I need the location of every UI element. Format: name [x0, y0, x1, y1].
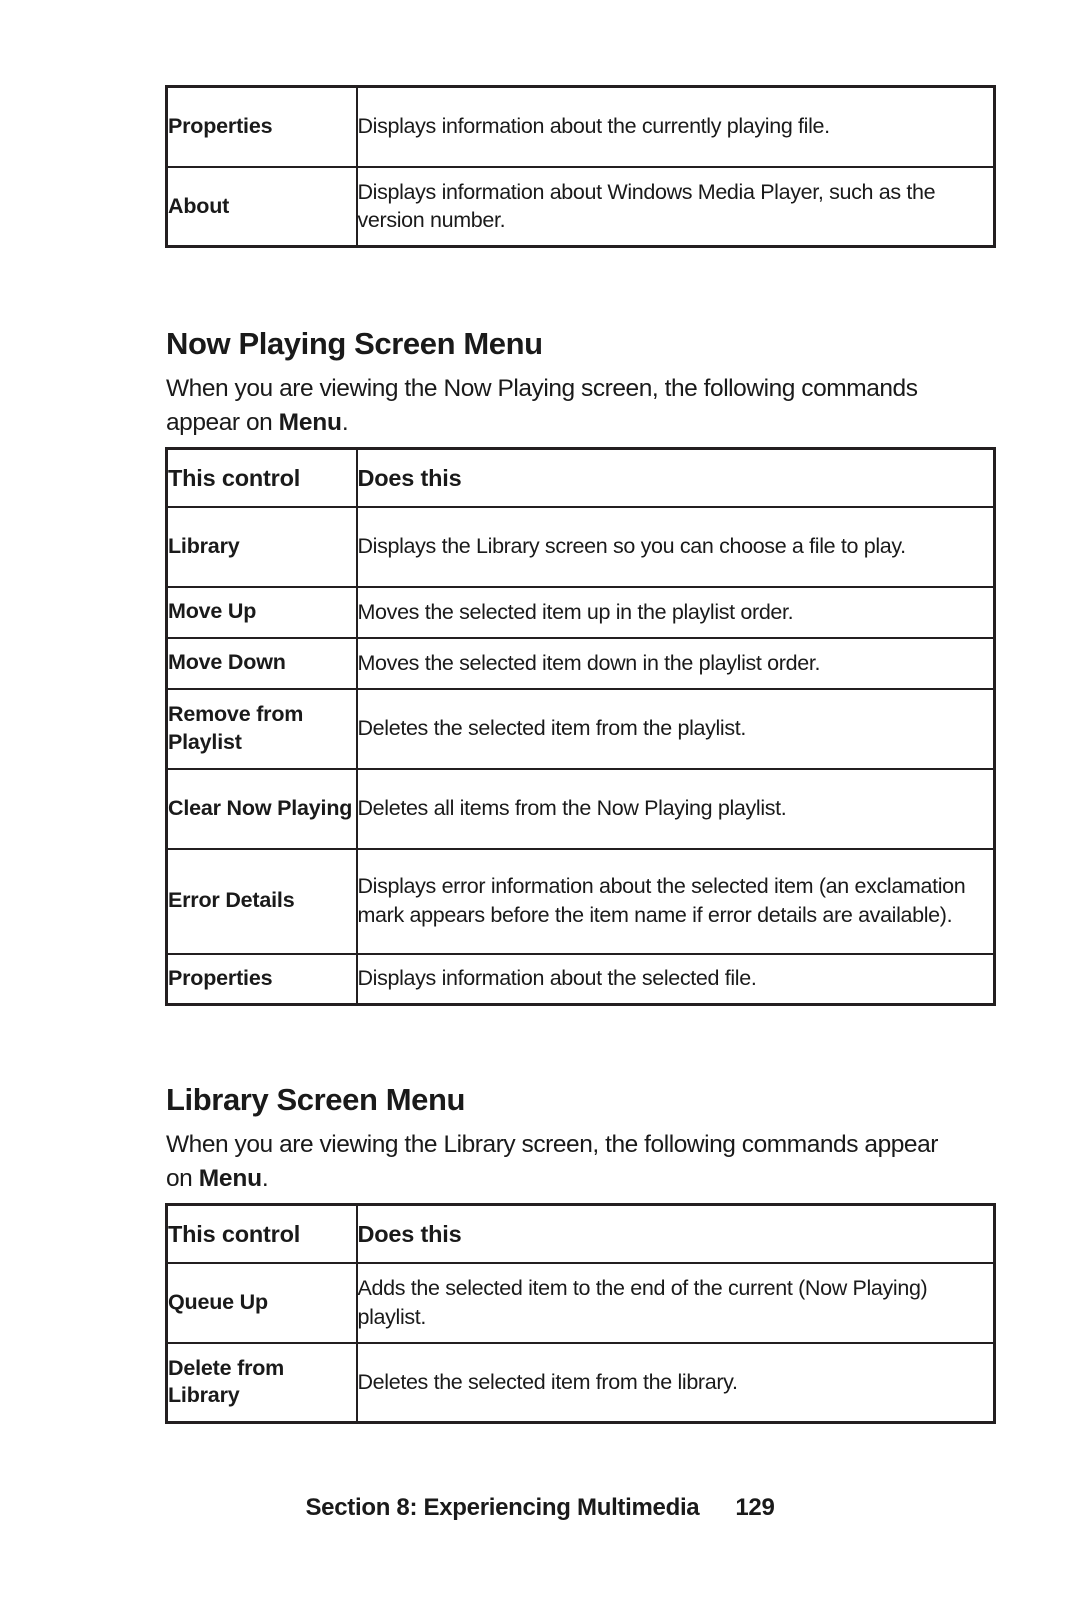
table-row: Properties Displays information about th… — [165, 85, 996, 168]
manual-page: Properties Displays information about th… — [0, 0, 1080, 1614]
control-name: Move Up — [165, 585, 358, 639]
footer-section-title: Section 8: Experiencing Multimedia — [305, 1494, 700, 1521]
column-header-control: This control — [165, 1203, 358, 1264]
control-name: Library — [165, 505, 358, 588]
column-header-description: Does this — [355, 1203, 996, 1264]
table-header-row: This control Does this — [165, 1203, 996, 1264]
intro-text-after: . — [341, 409, 349, 437]
control-name: Properties — [165, 85, 358, 168]
table-row: Clear Now Playing Deletes all items from… — [165, 767, 996, 850]
column-header-description: Does this — [355, 447, 996, 508]
footer-page-number: 129 — [735, 1494, 775, 1521]
now-playing-menu-table: This control Does this Library Displays … — [165, 447, 996, 1006]
intro-text-after: . — [261, 1165, 269, 1193]
table-row: Remove from Playlist Deletes the selecte… — [165, 687, 996, 770]
control-name: Properties — [165, 952, 358, 1006]
control-description: Displays information about the currently… — [355, 85, 996, 168]
table-row: Library Displays the Library screen so y… — [165, 505, 996, 588]
control-name: About — [165, 165, 358, 248]
table-row: Delete from Library Deletes the selected… — [165, 1341, 996, 1424]
control-description: Displays information about Windows Media… — [355, 165, 996, 248]
control-description: Displays the Library screen so you can c… — [355, 505, 996, 588]
intro-paragraph-library: When you are viewing the Library screen,… — [166, 1128, 966, 1198]
control-description: Displays information about the selected … — [355, 952, 996, 1006]
control-description: Deletes all items from the Now Playing p… — [355, 767, 996, 850]
control-name: Remove from Playlist — [165, 687, 358, 770]
control-name: Queue Up — [165, 1261, 358, 1344]
table-row: Move Up Moves the selected item up in th… — [165, 585, 996, 639]
control-name: Clear Now Playing — [165, 767, 358, 850]
library-menu-table: This control Does this Queue Up Adds the… — [165, 1203, 996, 1424]
continuation-menu-table: Properties Displays information about th… — [165, 85, 996, 248]
column-header-control: This control — [165, 447, 358, 508]
heading-now-playing-screen-menu: Now Playing Screen Menu — [166, 325, 543, 361]
intro-text-before: When you are viewing the Library screen,… — [166, 1130, 938, 1193]
table-row: Queue Up Adds the selected item to the e… — [165, 1261, 996, 1344]
control-description: Deletes the selected item from the playl… — [355, 687, 996, 770]
control-description: Deletes the selected item from the libra… — [355, 1341, 996, 1424]
control-name: Error Details — [165, 847, 358, 955]
page-footer: Section 8: Experiencing Multimedia 129 — [0, 1494, 1080, 1522]
control-name: Delete from Library — [165, 1341, 358, 1424]
table-row: About Displays information about Windows… — [165, 165, 996, 248]
control-description: Moves the selected item down in the play… — [355, 636, 996, 690]
intro-text-bold: Menu — [278, 409, 342, 437]
table-row: Move Down Moves the selected item down i… — [165, 636, 996, 690]
table-row: Error Details Displays error information… — [165, 847, 996, 955]
intro-paragraph-now-playing: When you are viewing the Now Playing scr… — [166, 372, 966, 442]
control-description: Adds the selected item to the end of the… — [355, 1261, 996, 1344]
table-row: Properties Displays information about th… — [165, 952, 996, 1006]
control-description: Moves the selected item up in the playli… — [355, 585, 996, 639]
intro-text-bold: Menu — [198, 1165, 262, 1193]
control-description: Displays error information about the sel… — [355, 847, 996, 955]
table-header-row: This control Does this — [165, 447, 996, 508]
heading-library-screen-menu: Library Screen Menu — [166, 1081, 466, 1117]
control-name: Move Down — [165, 636, 358, 690]
